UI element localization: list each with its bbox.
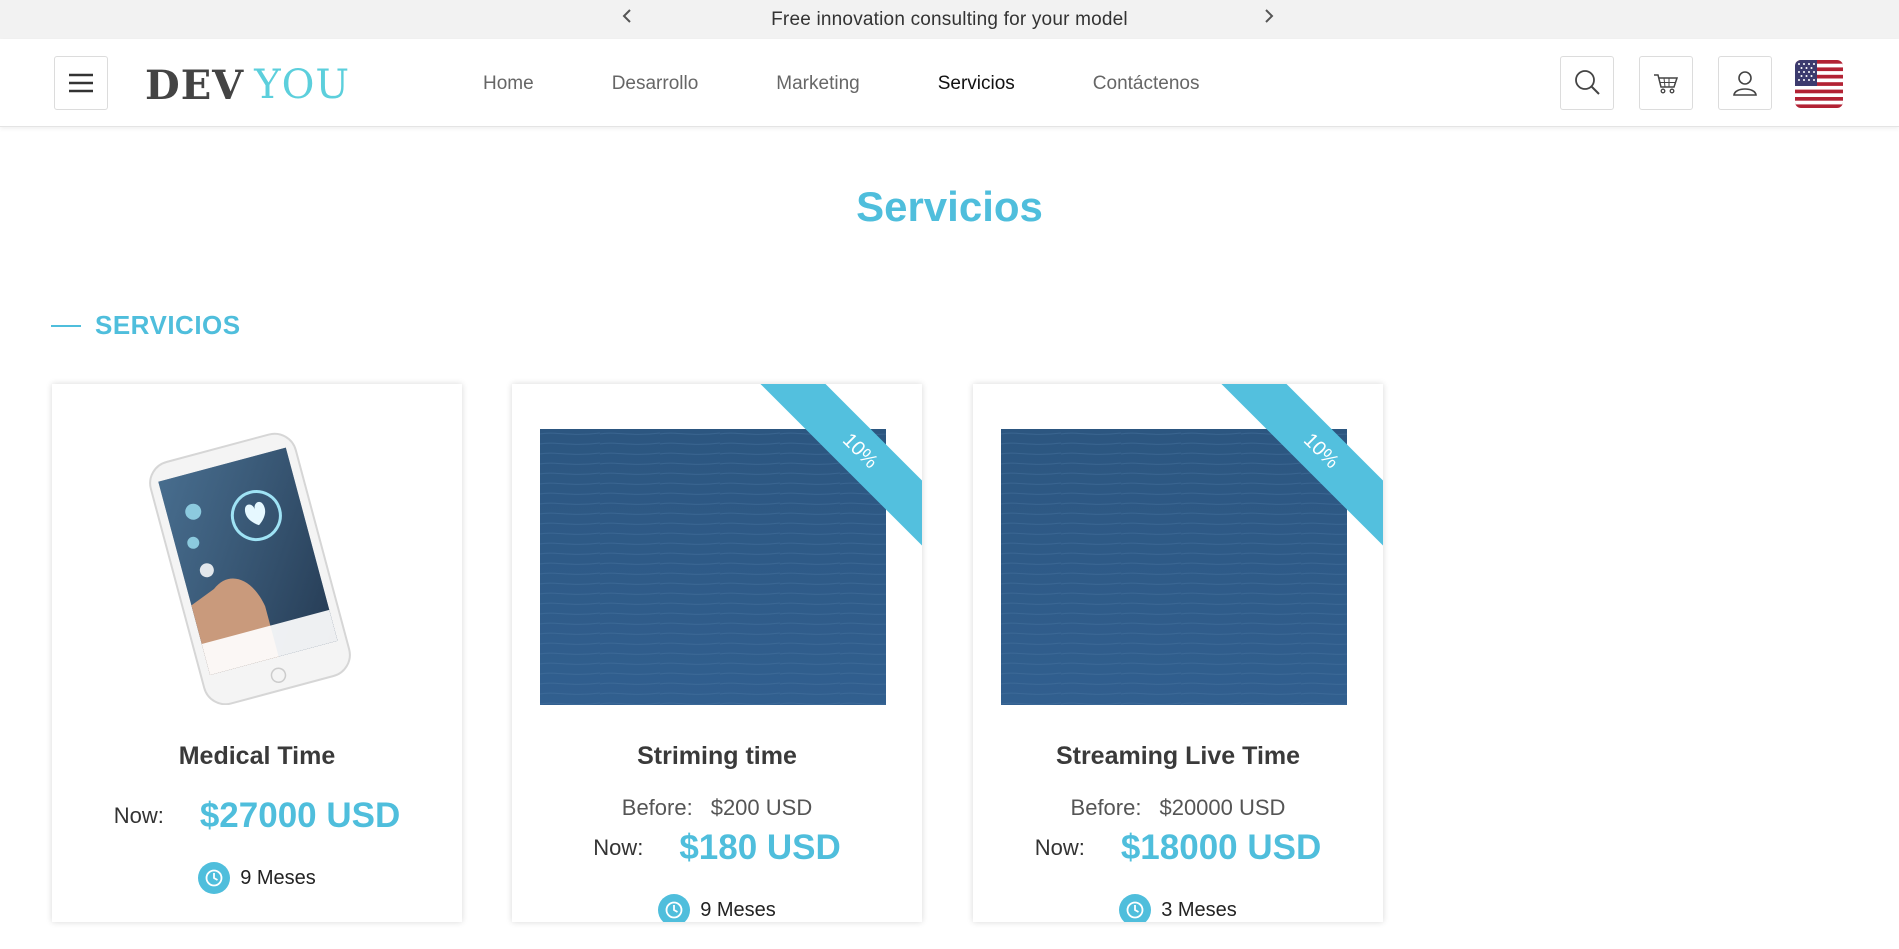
now-price: $18000 USD: [1120, 828, 1322, 867]
service-card-striming-time[interactable]: 10% Striming time Before: $200 USD Now: …: [512, 384, 922, 922]
duration-row: 9 Meses: [52, 862, 462, 894]
account-button[interactable]: [1718, 56, 1772, 110]
service-card-title: Streaming Live Time: [1055, 742, 1301, 770]
nav-marketing[interactable]: Marketing: [776, 73, 859, 95]
now-price: $180 USD: [679, 828, 841, 867]
language-selector[interactable]: [1795, 60, 1843, 108]
nav-desarrollo[interactable]: Desarrollo: [612, 73, 699, 95]
service-image-phone: [80, 429, 426, 705]
now-price-row: Now: $27000 USD: [52, 796, 462, 836]
service-image-ocean: [540, 429, 886, 705]
discount-badge-text: 10%: [838, 428, 883, 473]
menu-icon: [69, 73, 93, 93]
ocean-water-image: [1001, 429, 1347, 705]
menu-button[interactable]: [54, 56, 108, 110]
discount-badge-text: 10%: [1299, 428, 1344, 473]
clock-icon: [1119, 894, 1152, 922]
now-price-row: Now: $180 USD: [512, 828, 922, 868]
clock-icon: [658, 894, 691, 922]
ocean-water-image: [540, 429, 886, 705]
now-price-row: Now: $18000 USD: [973, 828, 1383, 868]
now-price: $27000 USD: [199, 796, 401, 835]
nav-home[interactable]: Home: [483, 73, 534, 95]
chevron-right-icon: [1265, 9, 1274, 23]
announcement-message: Free innovation consulting for your mode…: [771, 8, 1128, 30]
service-card-streaming-live-time[interactable]: 10% Streaming Live Time Before: $20000 U…: [973, 384, 1383, 922]
section-heading-line: [51, 324, 81, 327]
site-header: DEV YOU Home Desarrollo Marketing Servic…: [0, 39, 1899, 127]
cart-icon: [1654, 74, 1679, 94]
smartphone-medical-image: [149, 432, 351, 705]
user-icon: [1733, 71, 1757, 96]
before-price-row: Before: $200 USD: [512, 795, 922, 821]
before-price: $200 USD: [710, 795, 813, 820]
duration-row: 9 Meses: [512, 894, 922, 922]
us-flag-icon: [1795, 60, 1843, 108]
duration-text: 9 Meses: [240, 866, 316, 889]
nav-servicios[interactable]: Servicios: [938, 73, 1015, 95]
logo-you-text: YOU: [254, 62, 351, 108]
duration-text: 9 Meses: [700, 898, 776, 921]
search-icon: [1575, 70, 1600, 95]
service-image-ocean: [1001, 429, 1347, 705]
nav-contactenos[interactable]: Contáctenos: [1093, 73, 1200, 95]
announcement-bar: Free innovation consulting for your mode…: [0, 0, 1899, 39]
duration-text: 3 Meses: [1161, 898, 1237, 921]
announcement-next-button[interactable]: [1259, 6, 1279, 26]
service-card-medical-time[interactable]: Medical Time Now: $27000 USD 9 Meses: [52, 384, 462, 922]
before-price-row: Before: $20000 USD: [973, 795, 1383, 821]
now-label: Now:: [113, 803, 164, 828]
section-heading: SERVICIOS: [51, 310, 241, 341]
duration-row: 3 Meses: [973, 894, 1383, 922]
site-logo[interactable]: DEV YOU: [145, 61, 351, 109]
chevron-left-icon: [622, 9, 631, 23]
before-label: Before:: [1070, 795, 1142, 820]
page-title: Servicios: [856, 183, 1043, 230]
clock-icon: [198, 862, 231, 894]
logo-dev-text: DEV: [145, 61, 245, 109]
service-card-title: Medical Time: [178, 742, 336, 770]
now-label: Now:: [1034, 835, 1085, 860]
before-label: Before:: [621, 795, 693, 820]
main-nav: Home Desarrollo Marketing Servicios Cont…: [483, 71, 1277, 97]
before-price: $20000 USD: [1159, 795, 1286, 820]
announcement-prev-button[interactable]: [617, 6, 637, 26]
section-heading-text: SERVICIOS: [95, 310, 241, 340]
search-button[interactable]: [1560, 56, 1614, 110]
now-label: Now:: [593, 835, 644, 860]
service-card-title: Striming time: [637, 742, 797, 770]
cart-button[interactable]: [1639, 56, 1693, 110]
